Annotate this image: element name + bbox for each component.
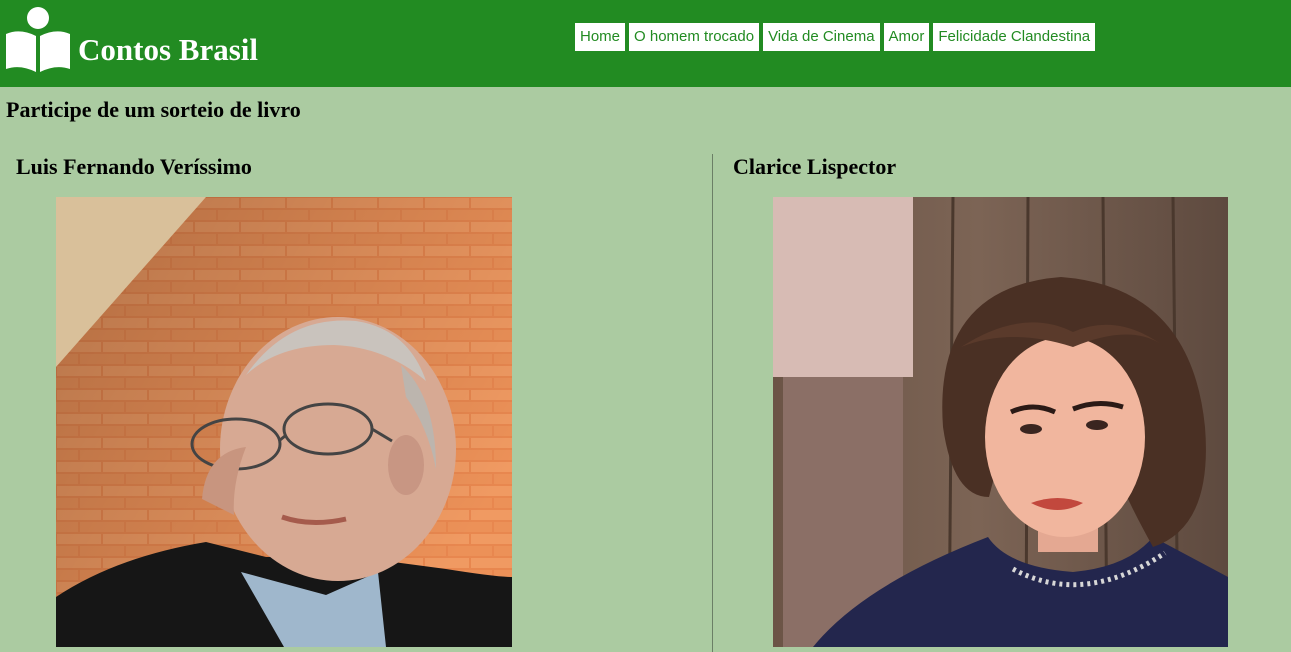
nav-link-amor[interactable]: Amor xyxy=(883,23,930,51)
site-title[interactable]: Contos Brasil xyxy=(78,31,258,68)
column-divider xyxy=(712,154,713,652)
nav-link-home[interactable]: Home xyxy=(575,23,626,51)
author-name: Clarice Lispector xyxy=(733,154,897,179)
nav-link-felicidade-clandestina[interactable]: Felicidade Clandestina xyxy=(933,23,1096,51)
nav-link-vida-de-cinema[interactable]: Vida de Cinema xyxy=(763,23,880,51)
author-photo[interactable] xyxy=(56,197,512,647)
main-nav: Home O homem trocado Vida de Cinema Amor… xyxy=(575,23,1096,51)
reader-book-icon[interactable] xyxy=(4,6,72,72)
site-header: Contos Brasil Home O homem trocado Vida … xyxy=(0,0,1291,87)
author-photo[interactable] xyxy=(773,197,1228,647)
page-heading: Participe de um sorteio de livro xyxy=(6,97,301,122)
nav-link-o-homem-trocado[interactable]: O homem trocado xyxy=(629,23,760,51)
author-name: Luis Fernando Veríssimo xyxy=(16,154,252,179)
